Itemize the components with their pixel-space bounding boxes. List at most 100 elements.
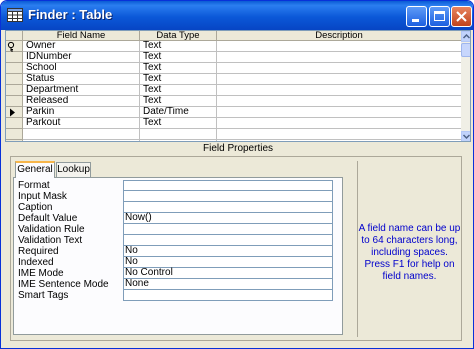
field-row[interactable]: Parkin Date/Time [6, 107, 462, 118]
field-name-cell[interactable]: Parkout [23, 118, 140, 129]
property-row: Format [14, 180, 344, 191]
property-value-field[interactable]: No [123, 246, 333, 257]
row-selector[interactable] [6, 74, 23, 85]
data-type-cell[interactable]: Date/Time [140, 107, 217, 118]
column-header-field-name[interactable]: Field Name [23, 31, 140, 41]
data-type-cell[interactable]: Text [140, 85, 217, 96]
row-selector[interactable] [6, 118, 23, 129]
data-type-cell[interactable]: Text [140, 41, 217, 52]
data-type-cell[interactable]: Text [140, 118, 217, 129]
data-type-cell[interactable]: Text [140, 74, 217, 85]
column-header-data-type[interactable]: Data Type [140, 31, 217, 41]
description-cell[interactable] [217, 41, 462, 52]
description-cell[interactable] [217, 52, 462, 63]
property-row: Input Mask [14, 191, 344, 202]
field-row[interactable]: Released Text [6, 96, 462, 107]
row-selector[interactable] [6, 96, 23, 107]
description-cell[interactable] [217, 85, 462, 96]
description-cell[interactable] [217, 74, 462, 85]
field-name-cell[interactable] [23, 140, 140, 141]
property-row: Validation Rule [14, 224, 344, 235]
property-label: IME Sentence Mode [18, 279, 109, 290]
tab-general[interactable]: General [15, 161, 55, 178]
field-row[interactable]: School Text [6, 63, 462, 74]
property-value-field[interactable] [123, 191, 333, 202]
property-value-field[interactable] [123, 290, 333, 301]
property-row: Validation Text [14, 235, 344, 246]
row-selector[interactable] [6, 129, 23, 140]
field-name-cell[interactable]: School [23, 63, 140, 74]
field-name-cell[interactable]: Owner [23, 41, 140, 52]
property-label: Indexed [18, 257, 54, 268]
field-row[interactable] [6, 140, 462, 141]
property-value-field[interactable] [123, 180, 333, 191]
property-value-field[interactable]: No Control [123, 268, 333, 279]
help-text: A field name can be up to 64 characters … [358, 223, 461, 282]
data-type-cell[interactable]: Text [140, 52, 217, 63]
field-row[interactable]: Owner Text [6, 41, 462, 52]
description-cell[interactable] [217, 140, 462, 141]
description-cell[interactable] [217, 63, 462, 74]
maximize-button[interactable] [429, 6, 450, 27]
minimize-button[interactable] [406, 6, 427, 27]
data-type-cell[interactable] [140, 140, 217, 141]
window-title: Finder : Table [28, 7, 113, 22]
row-selector[interactable] [6, 63, 23, 74]
field-name-cell[interactable]: Status [23, 74, 140, 85]
property-label: Format [18, 180, 50, 191]
general-properties-panel: Format Input Mask Caption Default Value Now(… [13, 177, 343, 335]
close-button[interactable] [451, 6, 472, 27]
scroll-thumb[interactable] [461, 43, 470, 57]
tab-lookup[interactable]: Lookup [56, 162, 91, 177]
column-header-description[interactable]: Description [217, 31, 462, 41]
chevron-up-icon [462, 33, 470, 39]
field-name-cell[interactable]: Released [23, 96, 140, 107]
table-icon [7, 8, 23, 23]
property-label: Caption [18, 202, 53, 213]
grid-header: Field Name Data Type Description [6, 31, 462, 41]
field-name-cell[interactable]: Department [23, 85, 140, 96]
field-name-cell[interactable]: IDNumber [23, 52, 140, 63]
property-label: Default Value [18, 213, 78, 224]
field-name-cell[interactable] [23, 129, 140, 140]
description-cell[interactable] [217, 96, 462, 107]
row-selector[interactable] [6, 52, 23, 63]
field-properties-heading: Field Properties [202, 143, 274, 154]
scroll-up-button[interactable] [461, 31, 470, 42]
row-selector[interactable] [6, 85, 23, 96]
field-row[interactable]: Status Text [6, 74, 462, 85]
row-selector[interactable] [6, 41, 23, 52]
data-type-cell[interactable]: Text [140, 96, 217, 107]
row-selector[interactable] [6, 140, 23, 141]
description-cell[interactable] [217, 107, 462, 118]
field-row[interactable]: Department Text [6, 85, 462, 96]
property-row: Default Value Now() [14, 213, 344, 224]
description-cell[interactable] [217, 129, 462, 140]
header-selector-corner [6, 31, 23, 41]
property-value-field[interactable] [123, 202, 333, 213]
field-row[interactable] [6, 129, 462, 140]
property-row: Caption [14, 202, 344, 213]
property-value-field[interactable] [123, 224, 333, 235]
property-value-field[interactable] [123, 235, 333, 246]
data-type-cell[interactable] [140, 129, 217, 140]
row-selector[interactable] [6, 107, 23, 118]
field-name-cell[interactable]: Parkin [23, 107, 140, 118]
data-type-cell[interactable]: Text [140, 63, 217, 74]
property-label: Validation Text [18, 235, 83, 246]
property-label: Required [18, 246, 59, 257]
current-row-arrow-icon [10, 108, 15, 117]
property-row: Smart Tags [14, 290, 344, 301]
property-label: Validation Rule [18, 224, 85, 235]
property-value-field[interactable]: None [123, 279, 333, 290]
title-bar[interactable]: Finder : Table [1, 1, 473, 30]
description-cell[interactable] [217, 118, 462, 129]
grid-vertical-scrollbar[interactable] [461, 31, 470, 141]
table-design-window: Finder : Table Field Name Data Type Desc… [0, 0, 474, 349]
scroll-down-button[interactable] [461, 131, 470, 141]
property-value-field[interactable]: Now() [123, 213, 333, 224]
field-row[interactable]: Parkout Text [6, 118, 462, 129]
field-row[interactable]: IDNumber Text [6, 52, 462, 63]
property-row: IME Sentence Mode None [14, 279, 344, 290]
chevron-down-icon [462, 134, 470, 140]
